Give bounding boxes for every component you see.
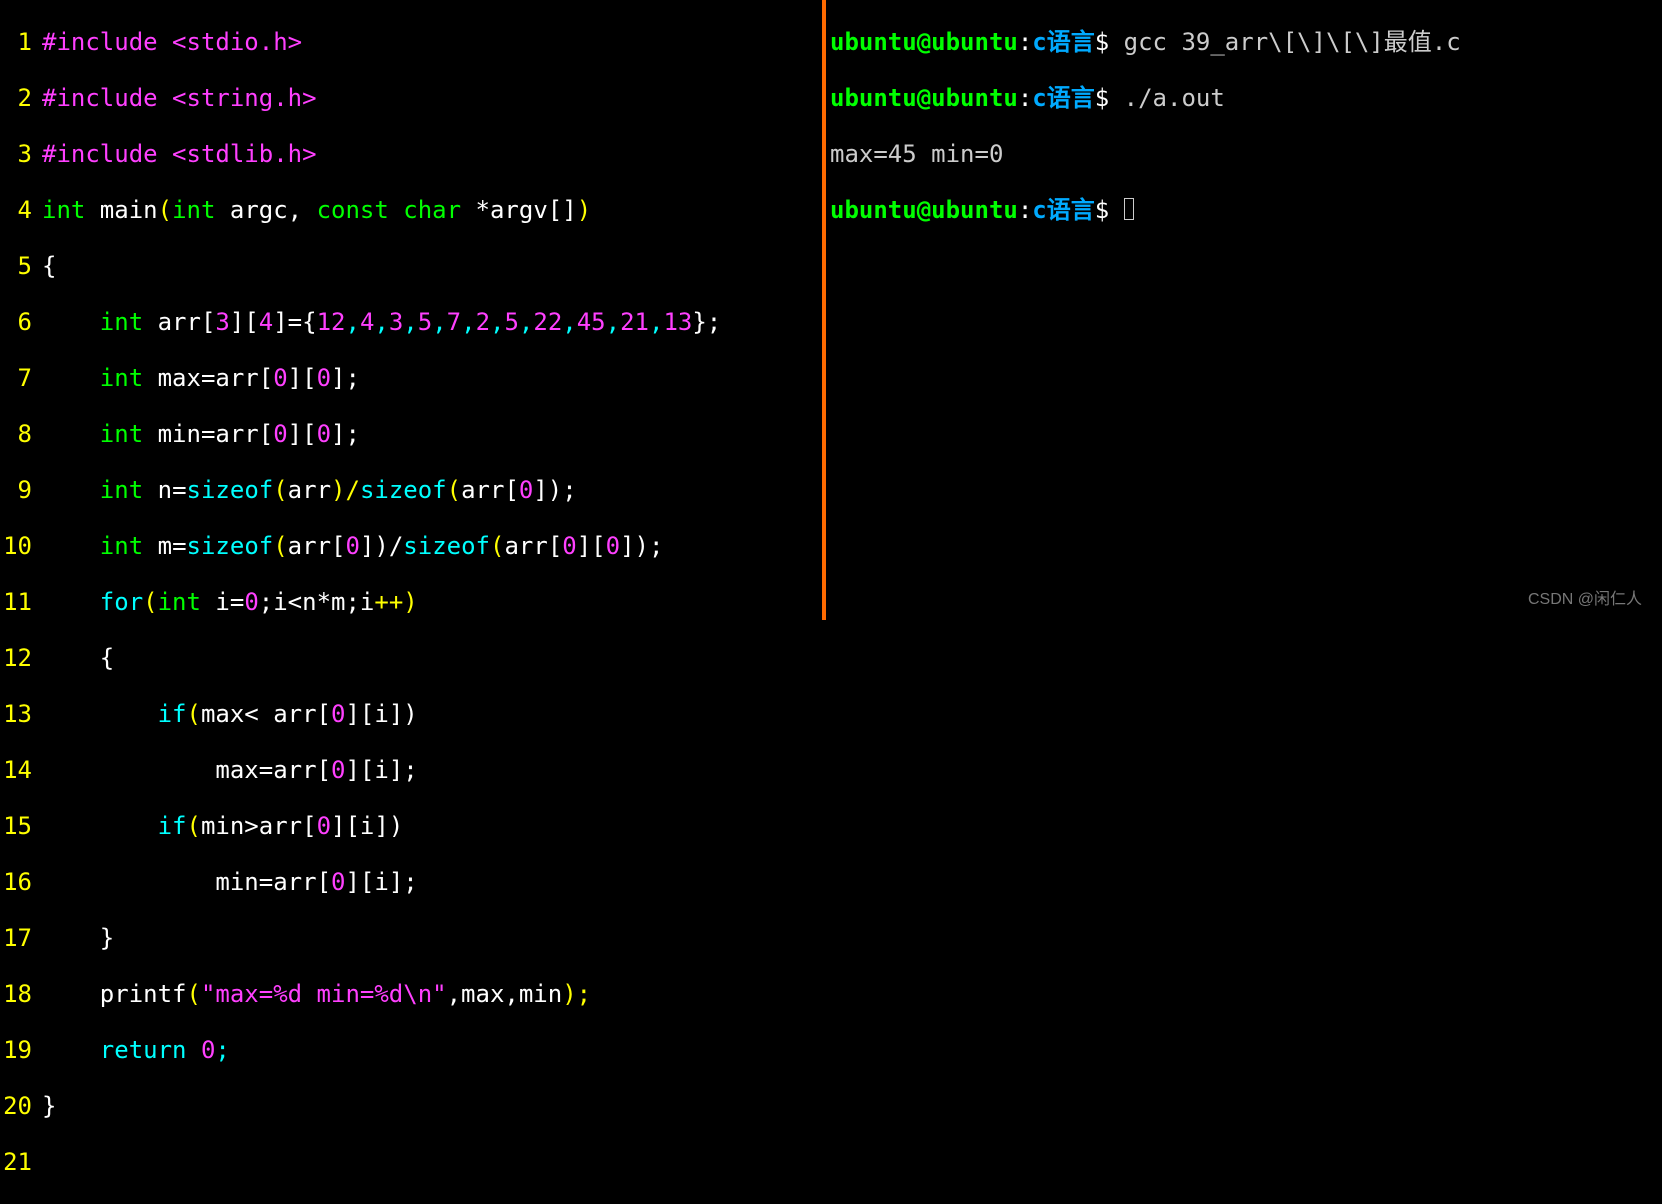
code-line: 21 xyxy=(0,1148,822,1176)
terminal-cursor-icon xyxy=(1124,198,1134,220)
code-line: 5{ xyxy=(0,252,822,280)
code-line: 2#include <string.h> xyxy=(0,84,822,112)
code-line: 4int main(int argc, const char *argv[]) xyxy=(0,196,822,224)
code-line: 18 printf("max=%d min=%d\n",max,min); xyxy=(0,980,822,1008)
prompt-path: c语言 xyxy=(1032,28,1094,56)
code-line: 17 } xyxy=(0,924,822,952)
code-line: 11 for(int i=0;i<n*m;i++) xyxy=(0,588,822,616)
terminal-line: ubuntu@ubuntu:c语言$ ./a.out xyxy=(830,84,1662,112)
terminal-command: gcc 39_arr\[\]\[\]最值.c xyxy=(1124,28,1461,56)
code-line: 20} xyxy=(0,1092,822,1120)
watermark-text: CSDN @闲仁人 xyxy=(1528,586,1642,614)
terminal-line: ubuntu@ubuntu:c语言$ xyxy=(830,196,1662,224)
line-number: 1 xyxy=(0,28,42,56)
code-line: 16 min=arr[0][i]; xyxy=(0,868,822,896)
code-line: 10 int m=sizeof(arr[0])/sizeof(arr[0][0]… xyxy=(0,532,822,560)
prompt-user: ubuntu@ubuntu xyxy=(830,28,1018,56)
terminal-command: ./a.out xyxy=(1124,84,1225,112)
code-line: 15 if(min>arr[0][i]) xyxy=(0,812,822,840)
terminal-line: ubuntu@ubuntu:c语言$ gcc 39_arr\[\]\[\]最值.… xyxy=(830,28,1662,56)
code-line: 19 return 0; xyxy=(0,1036,822,1064)
code-line: 8 int min=arr[0][0]; xyxy=(0,420,822,448)
code-line: 1#include <stdio.h> xyxy=(0,28,822,56)
code-line: 9 int n=sizeof(arr)/sizeof(arr[0]); xyxy=(0,476,822,504)
code-line: 13 if(max< arr[0][i]) xyxy=(0,700,822,728)
code-line: 14 max=arr[0][i]; xyxy=(0,756,822,784)
code-line: 12 { xyxy=(0,644,822,672)
code-line: 3#include <stdlib.h> xyxy=(0,140,822,168)
code-line: 6 int arr[3][4]={12,4,3,5,7,2,5,22,45,21… xyxy=(0,308,822,336)
code-line: 7 int max=arr[0][0]; xyxy=(0,364,822,392)
terminal-output: max=45 min=0 xyxy=(830,140,1662,168)
code-editor-pane[interactable]: 1#include <stdio.h> 2#include <string.h>… xyxy=(0,0,822,620)
terminal-pane[interactable]: ubuntu@ubuntu:c语言$ gcc 39_arr\[\]\[\]最值.… xyxy=(826,0,1662,620)
